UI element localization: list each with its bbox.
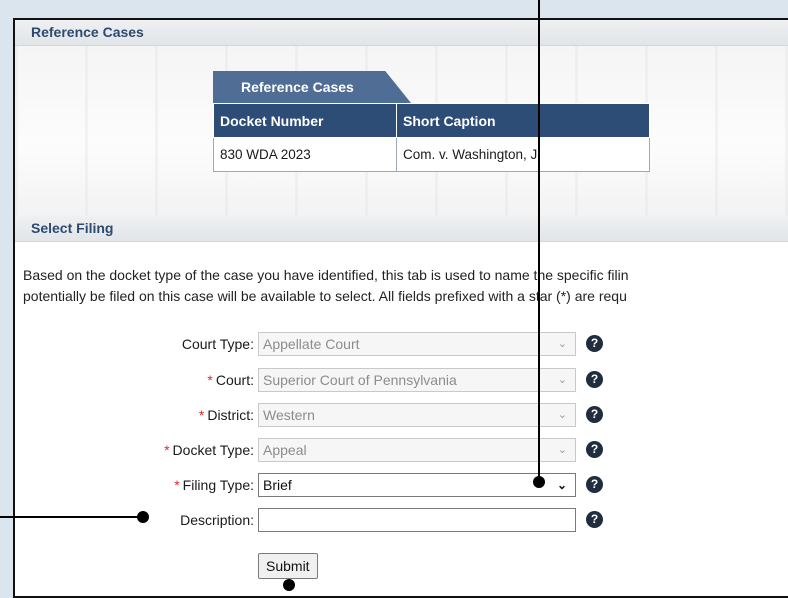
table-header-row: Docket Number Short Caption: [213, 103, 650, 138]
help-icon[interactable]: ?: [586, 476, 603, 493]
required-star: *: [174, 477, 180, 493]
chevron-down-icon: ⌄: [557, 338, 567, 350]
court-type-label: Court Type:: [181, 336, 254, 352]
district-select[interactable]: Western ⌄: [258, 403, 576, 427]
instructions-text: Based on the docket type of the case you…: [23, 265, 788, 307]
district-value: Western: [263, 407, 315, 423]
short-caption-cell: Com. v. Washington, J.: [396, 137, 650, 172]
main-panel: Reference Cases Reference Cases Docket N…: [13, 18, 788, 598]
court-type-select[interactable]: Appellate Court ⌄: [258, 332, 576, 356]
docket-type-select[interactable]: Appeal ⌄: [258, 438, 576, 462]
instructions-line-2: potentially be filed on this case will b…: [23, 288, 627, 304]
chevron-down-icon: ⌄: [557, 374, 567, 386]
reference-cases-table: Docket Number Short Caption 830 WDA 2023…: [213, 103, 650, 172]
court-type-value: Appellate Court: [263, 336, 360, 352]
description-row: Description: ?: [15, 508, 788, 532]
filing-type-select[interactable]: Brief ⌄: [258, 473, 576, 497]
docket-number-cell: 830 WDA 2023: [213, 137, 397, 172]
help-icon[interactable]: ?: [586, 371, 603, 388]
reference-cases-header: Reference Cases: [15, 20, 788, 46]
required-star: *: [198, 407, 205, 423]
callout-dot-description: [137, 511, 149, 523]
court-label: * Court:: [207, 372, 254, 388]
chevron-down-icon: ⌄: [557, 409, 567, 421]
tab-reference-cases[interactable]: Reference Cases: [213, 71, 411, 103]
filing-type-label: * Filing Type:: [174, 477, 254, 493]
court-row: * Court: Superior Court of Pennsylvania ⌄…: [15, 368, 788, 392]
docket-type-value: Appeal: [263, 442, 307, 458]
table-row[interactable]: 830 WDA 2023 Com. v. Washington, J.: [213, 137, 650, 172]
description-label: Description:: [180, 512, 254, 528]
filing-type-row: * Filing Type: Brief ⌄ ?: [15, 473, 788, 497]
select-filing-header: Select Filing: [15, 216, 788, 242]
court-type-row: Court Type: Appellate Court ⌄ ?: [15, 332, 788, 356]
required-star: *: [164, 442, 170, 458]
callout-dot-filing-type: [533, 476, 545, 488]
callout-line-description: [0, 516, 143, 518]
callout-dot-submit: [283, 579, 295, 591]
court-select[interactable]: Superior Court of Pennsylvania ⌄: [258, 368, 576, 392]
column-header-short-caption: Short Caption: [396, 103, 650, 138]
court-value: Superior Court of Pennsylvania: [263, 372, 457, 388]
help-icon[interactable]: ?: [586, 335, 603, 352]
help-icon[interactable]: ?: [586, 511, 603, 528]
district-row: * District: Western ⌄ ?: [15, 403, 788, 427]
description-input[interactable]: [258, 508, 576, 532]
submit-button[interactable]: Submit: [258, 553, 318, 579]
help-icon[interactable]: ?: [586, 441, 603, 458]
chevron-down-icon: ⌄: [556, 478, 567, 492]
callout-line-filing-type: [538, 0, 540, 480]
help-icon[interactable]: ?: [586, 406, 603, 423]
filing-type-value: Brief: [263, 477, 292, 493]
district-label: * District:: [198, 407, 254, 423]
required-star: *: [207, 372, 213, 388]
column-header-docket-number: Docket Number: [213, 103, 397, 138]
docket-type-row: * Docket Type: Appeal ⌄ ?: [15, 438, 788, 462]
docket-type-label: * Docket Type:: [164, 442, 254, 458]
instructions-line-1: Based on the docket type of the case you…: [23, 267, 629, 283]
chevron-down-icon: ⌄: [557, 444, 567, 456]
